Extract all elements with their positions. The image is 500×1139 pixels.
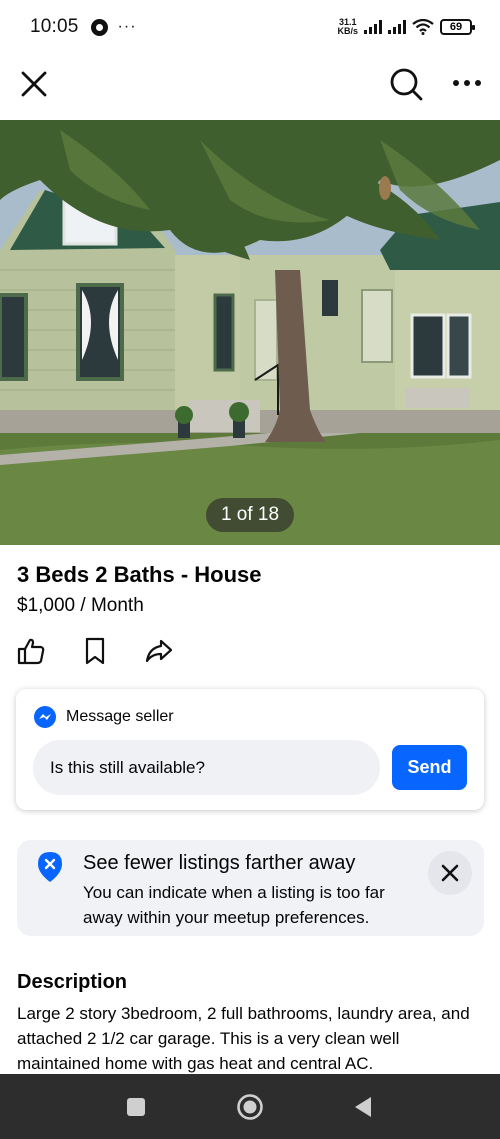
- location-pin-icon: [38, 852, 62, 882]
- wifi-icon: [412, 19, 434, 35]
- status-bar: 10:05 ··· 31.1 KB/s 69: [0, 0, 500, 54]
- status-indicators: 31.1 KB/s 69: [337, 18, 475, 36]
- close-icon: [441, 864, 459, 882]
- recent-apps-icon[interactable]: [122, 1093, 150, 1121]
- listing-photo[interactable]: 1 of 18: [0, 120, 500, 545]
- whatsapp-icon: [90, 18, 108, 36]
- listing-title: 3 Beds 2 Baths - House: [17, 562, 262, 587]
- photo-counter: 1 of 18: [206, 498, 294, 532]
- send-button[interactable]: Send: [392, 745, 467, 790]
- notice-body: You can indicate when a listing is too f…: [83, 883, 385, 927]
- message-input[interactable]: [33, 740, 380, 795]
- listing-price: $1,000 / Month: [17, 595, 144, 616]
- more-icon[interactable]: [450, 72, 484, 94]
- signal-icon: [364, 20, 382, 34]
- message-seller-card: Message seller Send: [16, 689, 484, 810]
- share-icon[interactable]: [144, 636, 174, 666]
- search-icon[interactable]: [388, 66, 424, 102]
- network-speed-unit: KB/s: [337, 26, 358, 36]
- battery-icon: 69: [440, 19, 475, 35]
- status-more-icon: ···: [117, 18, 137, 35]
- message-header: Message seller: [34, 706, 174, 728]
- description-heading: Description: [17, 971, 128, 993]
- battery-level: 69: [449, 21, 463, 33]
- network-speed: 31.1 KB/s: [337, 18, 358, 36]
- messenger-icon: [34, 706, 56, 728]
- home-icon[interactable]: [236, 1093, 264, 1121]
- notice-close-button[interactable]: [428, 851, 472, 895]
- notice-title: See fewer listings farther away: [83, 852, 356, 874]
- save-icon[interactable]: [80, 636, 110, 666]
- house-photo-image: [0, 120, 500, 545]
- signal-icon: [388, 20, 406, 34]
- status-time: 10:05: [30, 16, 79, 37]
- back-icon[interactable]: [350, 1093, 378, 1121]
- distance-notice: See fewer listings farther away You can …: [17, 840, 484, 936]
- top-bar: [0, 54, 500, 120]
- close-icon[interactable]: [20, 70, 48, 98]
- system-nav-bar: [0, 1074, 500, 1139]
- description-text: Large 2 story 3bedroom, 2 full bathrooms…: [17, 1004, 470, 1073]
- message-seller-label: Message seller: [66, 708, 174, 725]
- like-icon[interactable]: [16, 636, 46, 666]
- action-row: [16, 636, 174, 666]
